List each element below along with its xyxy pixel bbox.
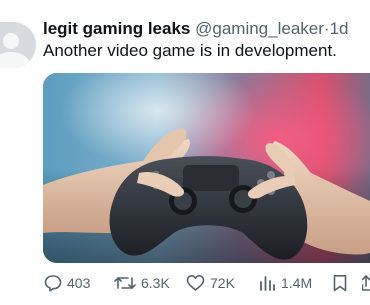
game-controller-photo [43, 73, 370, 263]
tweet-actions: 403 6.3K 72K 1.4M [40, 270, 370, 296]
bookmark-icon [332, 274, 348, 292]
retweet-count: 6.3K [141, 275, 170, 291]
share-button[interactable] [361, 270, 370, 296]
heart-icon [186, 274, 205, 292]
avatar-head [3, 33, 19, 49]
reply-count: 403 [67, 275, 91, 291]
retweet-icon [114, 274, 136, 292]
bookmark-button[interactable] [332, 270, 353, 296]
like-count: 72K [210, 275, 235, 291]
tweet-text: Another video game is in development. [43, 41, 337, 60]
tweet-header: legit gaming leaks @gaming_leaker·1d [43, 18, 370, 40]
user-handle[interactable]: @gaming_leaker [195, 19, 324, 38]
avatar-body [0, 52, 30, 68]
views-count: 1.4M [281, 275, 313, 291]
avatar[interactable] [0, 22, 36, 68]
retweet-button[interactable]: 6.3K [114, 270, 170, 296]
tweet-media-image[interactable] [43, 73, 370, 263]
reply-icon [44, 274, 62, 292]
share-icon [361, 274, 370, 292]
display-name[interactable]: legit gaming leaks [43, 19, 190, 38]
timestamp[interactable]: 1d [330, 19, 349, 38]
views-icon [258, 274, 276, 292]
views-button[interactable]: 1.4M [258, 270, 312, 296]
like-button[interactable]: 72K [186, 270, 235, 296]
reply-button[interactable]: 403 [44, 270, 90, 296]
